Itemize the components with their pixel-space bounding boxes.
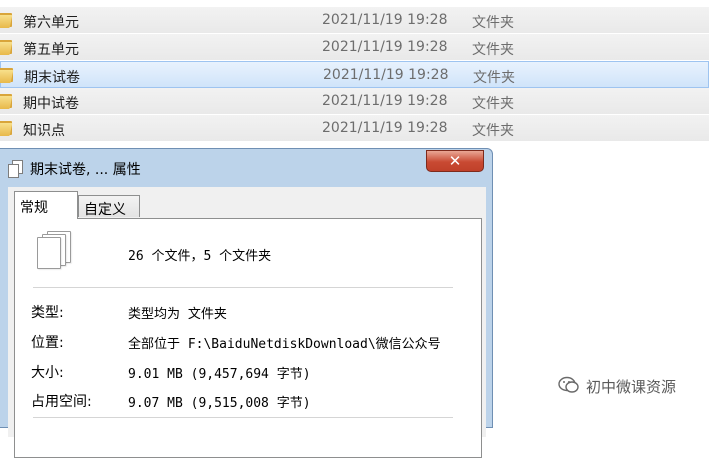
folder-icon [0,40,13,55]
file-row-0[interactable]: 第六单元 2021/11/19 19:28 文件夹 [0,7,709,34]
location-label: 位置: [31,335,64,351]
file-date: 2021/11/19 19:28 [322,93,448,109]
file-row-2-selected[interactable]: 期末试卷 2021/11/19 19:28 文件夹 [0,61,709,88]
file-date: 2021/11/19 19:28 [322,39,448,55]
disk-usage-value: 9.07 MB (9,515,008 字节) [128,396,311,411]
file-name: 第五单元 [23,42,79,58]
file-name: 第六单元 [23,15,79,31]
file-row-3[interactable]: 期中试卷 2021/11/19 19:28 文件夹 [0,88,709,115]
properties-dialog: 期末试卷, ... 属性 ✕ 常规 自定义 26 个文件，5 个文件夹 类型: … [0,148,493,458]
file-date: 2021/11/19 19:28 [322,120,448,136]
folder-icon [0,121,13,136]
type-label: 类型: [31,305,64,321]
wechat-logo-icon [558,376,579,393]
size-value: 9.01 MB (9,457,694 字节) [128,367,311,382]
divider [33,417,453,418]
multiple-files-icon [35,231,71,269]
location-value[interactable]: 全部位于 F:\BaiduNetdiskDownload\微信公众号 [128,333,458,352]
file-name: 期中试卷 [23,96,79,112]
file-type: 文件夹 [472,96,514,112]
divider [33,287,453,288]
file-type: 文件夹 [472,15,514,31]
folder-icon [0,94,13,109]
disk-usage-label: 占用空间: [31,394,92,410]
close-button[interactable]: ✕ [426,150,484,172]
file-name: 知识点 [23,123,65,139]
file-row-1[interactable]: 第五单元 2021/11/19 19:28 文件夹 [0,34,709,61]
type-value: 类型均为 文件夹 [128,307,227,322]
file-list: 第六单元 2021/11/19 19:28 文件夹 第五单元 2021/11/1… [0,7,709,142]
general-tab-panel: 26 个文件，5 个文件夹 类型: 类型均为 文件夹 位置: 全部位于 F:\B… [14,218,482,458]
file-row-4[interactable]: 知识点 2021/11/19 19:28 文件夹 [0,115,709,142]
tab-custom[interactable]: 自定义 [78,195,140,218]
watermark-text: 初中微课资源 [586,378,677,396]
file-name: 期末试卷 [24,70,80,86]
file-type: 文件夹 [472,123,514,139]
file-count-summary: 26 个文件，5 个文件夹 [128,249,272,264]
folder-icon [0,68,14,83]
dialog-title: 期末试卷, ... 属性 [30,162,141,178]
folder-icon [0,13,13,28]
properties-icon [8,160,23,178]
dialog-client: 常规 自定义 26 个文件，5 个文件夹 类型: 类型均为 文件夹 位置: 全部… [8,187,486,458]
dialog-title-bar[interactable]: 期末试卷, ... 属性 ✕ [0,149,492,185]
file-date: 2021/11/19 19:28 [322,12,448,28]
file-type: 文件夹 [472,42,514,58]
file-type: 文件夹 [473,70,515,86]
tab-general[interactable]: 常规 [14,191,78,219]
size-label: 大小: [31,365,64,381]
file-date: 2021/11/19 19:28 [323,67,449,83]
